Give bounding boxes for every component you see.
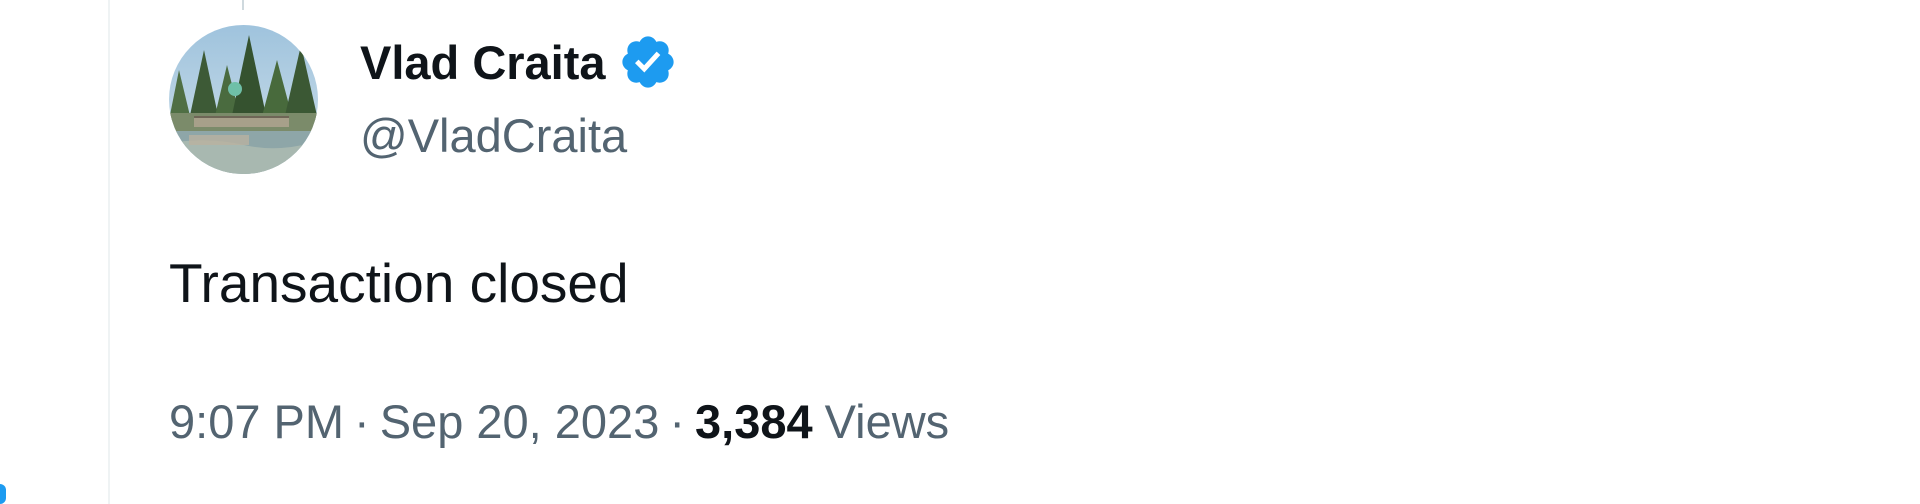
tweet-date[interactable]: Sep 20, 2023	[380, 394, 660, 449]
tweet-meta: 9:07 PM · Sep 20, 2023 · 3,384 Views	[169, 394, 949, 449]
tweet-detail-view: Vlad Craita @VladCraita Transaction clos…	[0, 0, 1920, 504]
tweet-text: Transaction closed	[169, 252, 629, 314]
meta-separator: ·	[354, 395, 370, 448]
verified-badge-icon[interactable]	[618, 32, 678, 92]
author-name-row[interactable]: Vlad Craita	[360, 30, 678, 94]
tweet-time[interactable]: 9:07 PM	[169, 394, 344, 449]
author-handle[interactable]: @VladCraita	[360, 108, 627, 163]
meta-separator: ·	[669, 395, 685, 448]
views-count: 3,384	[695, 395, 813, 448]
column-divider	[108, 0, 110, 504]
avatar-image	[169, 25, 318, 174]
sidebar-edge-indicator	[0, 484, 6, 504]
thread-connector-line	[242, 0, 244, 10]
author-display-name[interactable]: Vlad Craita	[360, 35, 606, 90]
avatar[interactable]	[169, 25, 318, 174]
views-label: Views	[824, 395, 950, 448]
